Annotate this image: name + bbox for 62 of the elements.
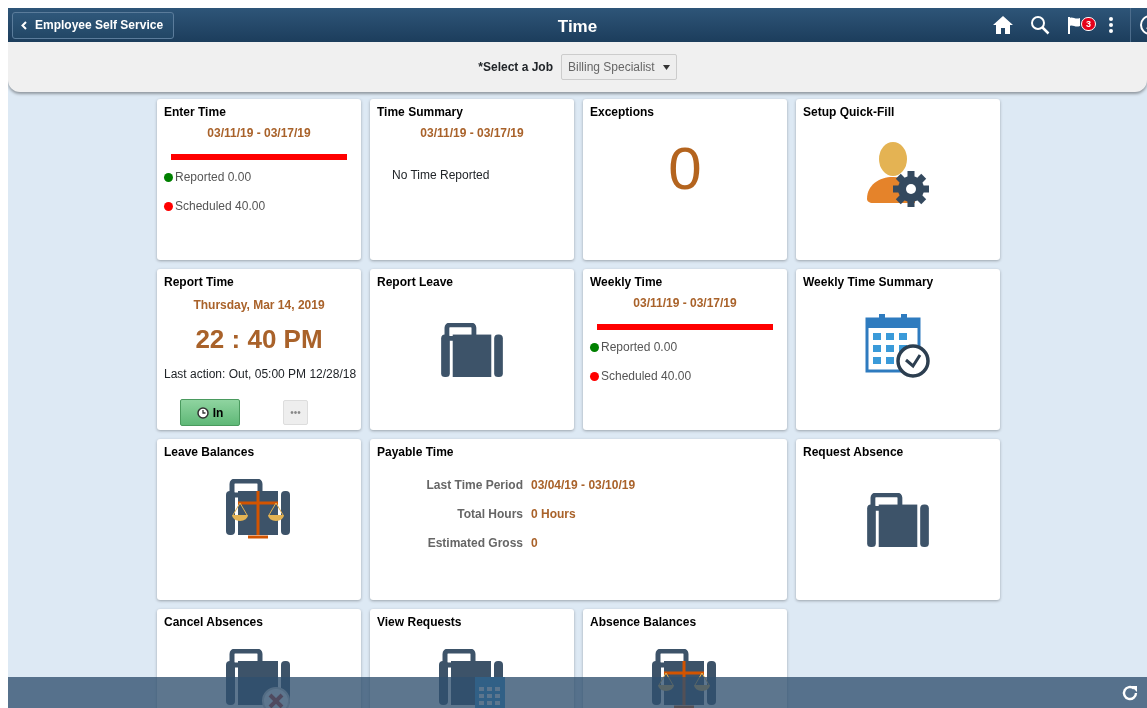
field-label: Estimated Gross (426, 535, 523, 552)
field-label: Total Hours (456, 506, 523, 523)
tile[interactable]: Request Absence (796, 439, 1000, 600)
briefcase-icon (867, 493, 929, 547)
clock-icon (196, 406, 209, 419)
tile-title: Enter Time (164, 104, 227, 121)
briefcase-scale-icon (226, 479, 292, 539)
flag-icon[interactable] (1066, 15, 1081, 35)
field-value: 0 Hours (531, 506, 576, 523)
status-message: No Time Reported (392, 167, 491, 184)
legend-label: Reported 0.00 (601, 339, 678, 356)
chevron-left-icon (21, 20, 27, 30)
tile[interactable]: Payable Time Last Time Period 03/04/19 - 03/10/19 Total Hours 0 Hours Estimated Gross 0 (370, 439, 787, 600)
tile[interactable]: Time Summary 03/11/19 - 03/17/19 No Time Reported (370, 99, 574, 260)
current-time: 22 : 40 PM (194, 323, 324, 356)
tile-title: Request Absence (803, 444, 905, 461)
refresh-icon[interactable] (1121, 683, 1139, 702)
tile[interactable]: Enter Time 03/11/19 - 03/17/19 Reported 0.00 Scheduled 40.00 (157, 99, 361, 260)
tile[interactable]: Setup Quick-Fill (796, 99, 1000, 260)
dropdown-caret-icon (662, 64, 670, 70)
tile-title: Time Summary (377, 104, 464, 121)
date-range: 03/11/19 - 03/17/19 (206, 125, 312, 142)
tile[interactable]: Weekly Time 03/11/19 - 03/17/19 Reported 0.00 Scheduled 40.00 (583, 269, 787, 430)
tile-title: Payable Time (377, 444, 455, 461)
tile-title: Weekly Time (590, 274, 664, 291)
job-label: *Select a Job (478, 59, 553, 76)
tile-title: Leave Balances (164, 444, 256, 461)
job-dropdown[interactable]: Billing Specialist (561, 54, 677, 80)
date-range: 03/11/19 - 03/17/19 (632, 295, 738, 312)
current-date: Thursday, Mar 14, 2019 (192, 297, 326, 314)
notification-badge: 3 (1081, 17, 1096, 31)
person-gear-icon (865, 141, 931, 207)
tile[interactable]: Leave Balances (157, 439, 361, 600)
briefcase-icon (441, 323, 503, 377)
search-icon[interactable] (1030, 15, 1050, 35)
field-value: 03/04/19 - 03/10/19 (531, 477, 636, 494)
tile[interactable]: Report Time Thursday, Mar 14, 2019 22 : 40 PM Last action: Out, 05:00 PM 12/28/18 In ••• (157, 269, 361, 430)
tile-title: Exceptions (590, 104, 656, 121)
tile-title: View Requests (377, 614, 463, 631)
legend-label: Scheduled 40.00 (175, 198, 266, 215)
tile-title: Cancel Absences (164, 614, 264, 631)
back-button[interactable]: Employee Self Service (12, 11, 175, 39)
field-label: Last Time Period (425, 477, 523, 494)
more-options-icon[interactable] (1108, 16, 1114, 34)
legend-label: Scheduled 40.00 (601, 368, 692, 385)
tile[interactable]: Report Leave (370, 269, 574, 430)
tile-title: Report Time (164, 274, 235, 291)
calendar-clock-icon (865, 313, 931, 379)
tile-title: Absence Balances (590, 614, 698, 631)
tile[interactable]: Exceptions 0 (583, 99, 787, 260)
tile-title: Report Leave (377, 274, 455, 291)
last-action: Last action: Out, 05:00 PM 12/28/18 (164, 366, 354, 383)
legend-label: Reported 0.00 (175, 169, 252, 186)
home-icon[interactable] (992, 15, 1014, 35)
tile-title: Weekly Time Summary (803, 274, 935, 291)
clock-in-button[interactable]: In (180, 399, 240, 426)
field-value: 0 (531, 535, 538, 552)
date-range: 03/11/19 - 03/17/19 (419, 125, 525, 142)
tile-title: Setup Quick-Fill (803, 104, 896, 121)
tile[interactable]: Weekly Time Summary (796, 269, 1000, 430)
exception-count: 0 (667, 139, 703, 199)
page-title: Time (557, 16, 598, 38)
